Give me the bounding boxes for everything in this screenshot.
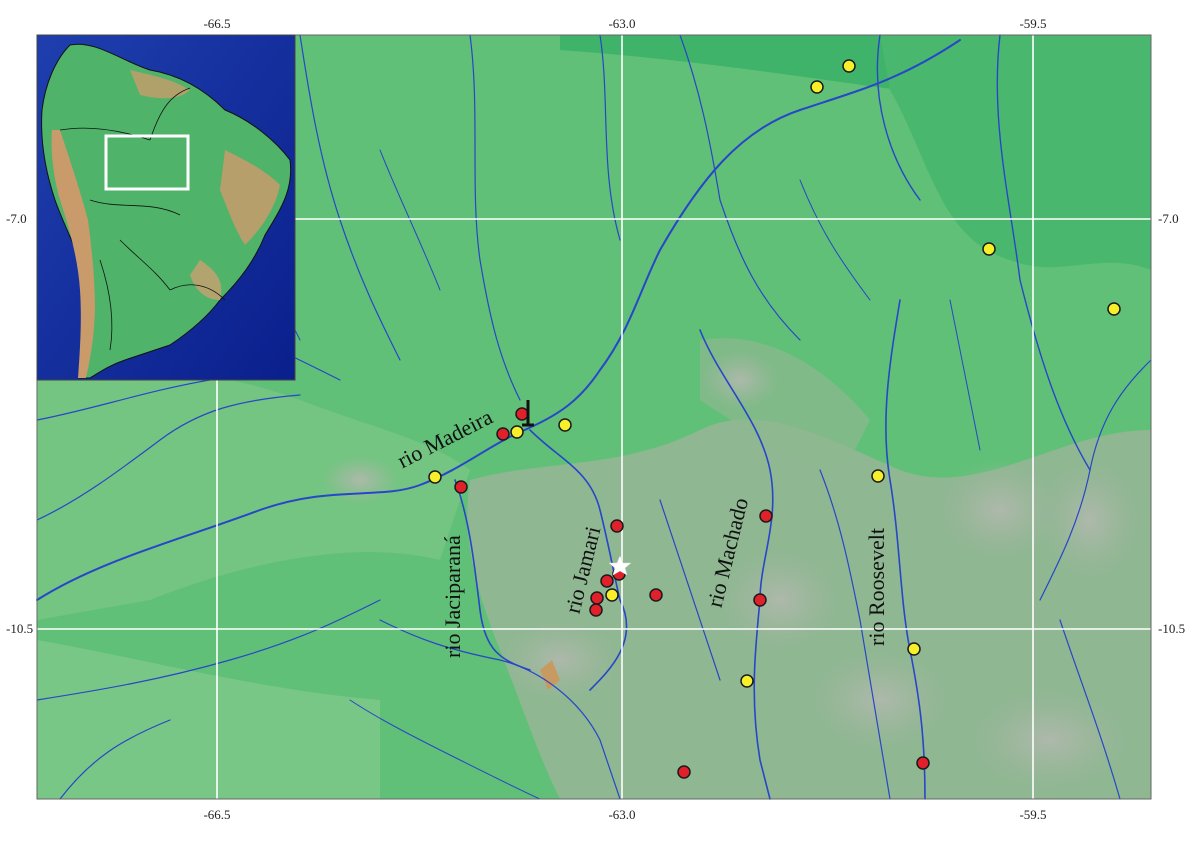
red-marker [916, 756, 930, 770]
red-marker [454, 480, 468, 494]
latitude-label-left: -10.5 [6, 621, 34, 636]
yellow-marker [810, 80, 824, 94]
river-label-roosevelt: rio Roosevelt [864, 528, 889, 646]
relief-map [36, 34, 1152, 800]
longitude-label-bottom: -63.0 [608, 807, 636, 822]
latitude-label-left: -7.0 [6, 211, 27, 226]
red-marker [496, 427, 510, 441]
red-marker [759, 509, 773, 523]
hill [1040, 460, 1140, 580]
river-label-jaciparana: rio Jaciparaná [440, 535, 465, 658]
yellow-marker [842, 59, 856, 73]
yellow-marker [871, 469, 885, 483]
yellow-marker [982, 242, 996, 256]
hill [810, 650, 950, 750]
longitude-label-top: -59.5 [1019, 16, 1047, 31]
hill [500, 620, 620, 700]
inset-map [36, 34, 296, 381]
red-marker [753, 593, 767, 607]
red-marker [600, 574, 614, 588]
longitude-label-top: -63.0 [608, 16, 636, 31]
yellow-marker [428, 470, 442, 484]
red-marker [677, 765, 691, 779]
red-marker [590, 591, 604, 605]
yellow-marker [605, 588, 619, 602]
longitude-label-bottom: -59.5 [1019, 807, 1047, 822]
red-marker [610, 519, 624, 533]
yellow-marker [1107, 302, 1121, 316]
hill [320, 455, 400, 505]
longitude-label-bottom: -66.5 [203, 807, 231, 822]
red-marker [589, 603, 603, 617]
yellow-marker [558, 418, 572, 432]
red-marker [515, 407, 529, 421]
yellow-marker [740, 674, 754, 688]
hill [970, 690, 1130, 790]
longitude-label-top: -66.5 [203, 16, 231, 31]
yellow-marker [907, 642, 921, 656]
latitude-label-right: -7.0 [1158, 211, 1179, 226]
red-marker [649, 588, 663, 602]
yellow-marker [510, 425, 524, 439]
latitude-label-right: -10.5 [1158, 621, 1186, 636]
